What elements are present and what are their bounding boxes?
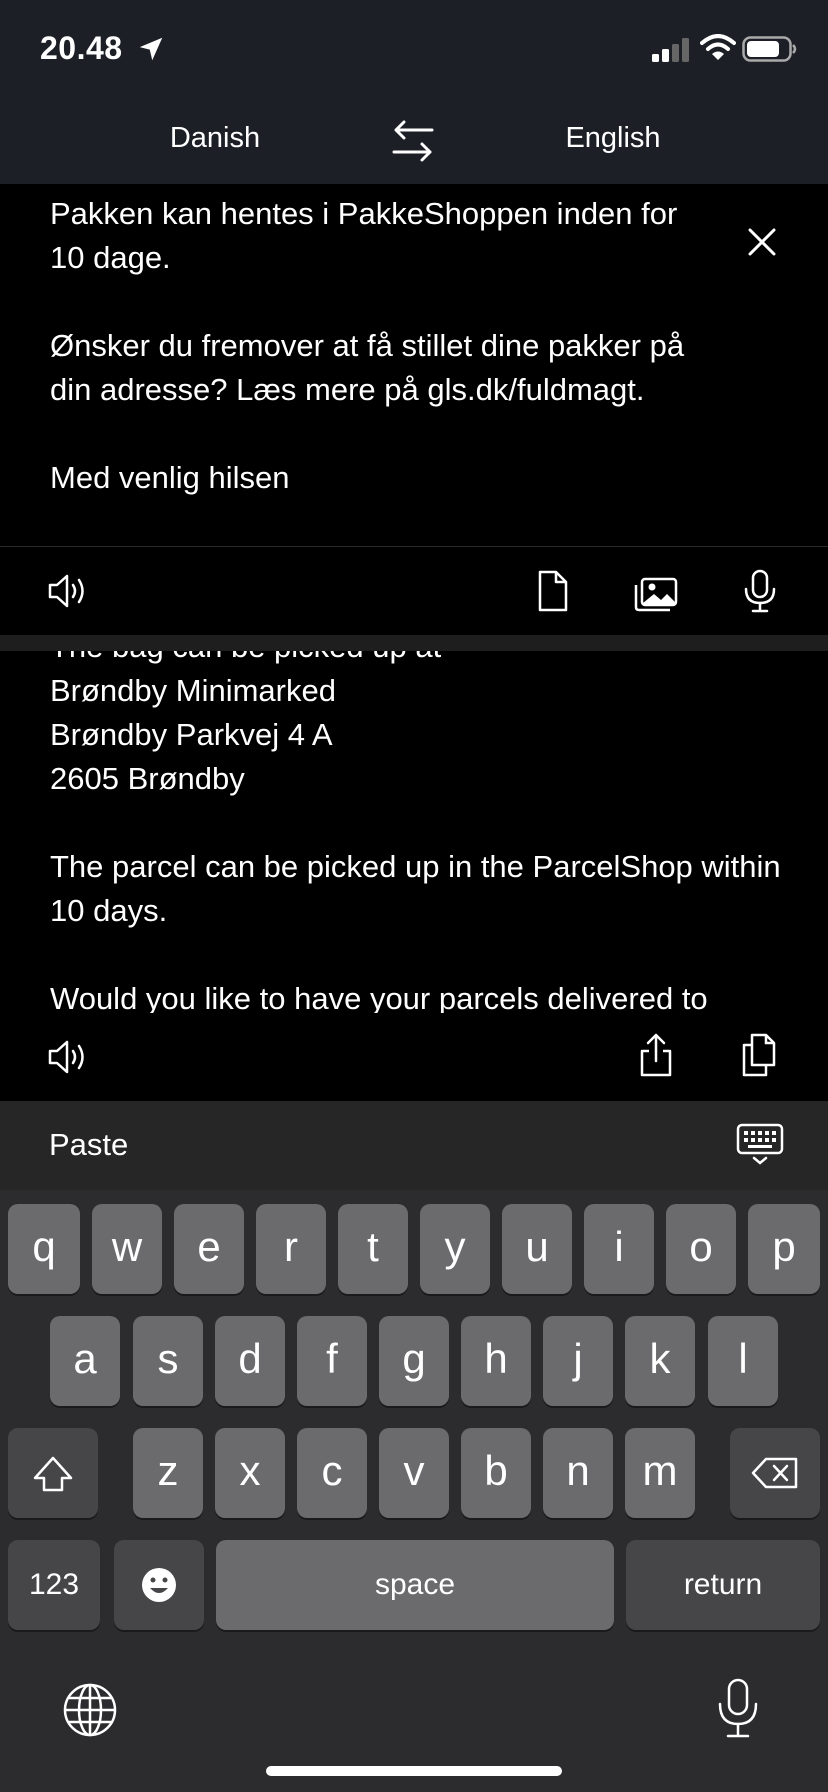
key-l[interactable]: l xyxy=(708,1316,778,1406)
cellular-signal-icon xyxy=(652,38,689,62)
language-bar: Danish English xyxy=(0,96,828,184)
home-indicator[interactable] xyxy=(266,1766,562,1776)
key-d[interactable]: d xyxy=(215,1316,285,1406)
globe-icon[interactable] xyxy=(62,1682,118,1738)
space-key[interactable]: space xyxy=(216,1540,614,1630)
numbers-key[interactable]: 123 xyxy=(8,1540,100,1630)
delete-key[interactable] xyxy=(730,1428,820,1518)
key-o[interactable]: o xyxy=(666,1204,736,1294)
battery-icon xyxy=(742,36,797,62)
emoji-key[interactable] xyxy=(114,1540,204,1630)
emoji-icon xyxy=(142,1568,176,1602)
key-a[interactable]: a xyxy=(50,1316,120,1406)
key-k[interactable]: k xyxy=(625,1316,695,1406)
status-time: 20.48 xyxy=(40,30,123,66)
key-n[interactable]: n xyxy=(543,1428,613,1518)
keyboard: q w e r t y u i o p a s d f g h j k l z … xyxy=(0,1190,828,1792)
location-arrow-icon xyxy=(139,37,163,61)
shift-key[interactable] xyxy=(8,1428,98,1518)
paste-bar: Paste xyxy=(0,1101,828,1190)
dictation-mic-icon[interactable] xyxy=(714,1676,762,1740)
document-icon[interactable] xyxy=(528,567,576,615)
source-text-panel[interactable]: Pakken kan hentes i PakkeShoppen inden f… xyxy=(0,184,828,546)
source-language-button[interactable]: Danish xyxy=(115,122,315,155)
key-f[interactable]: f xyxy=(297,1316,367,1406)
key-z[interactable]: z xyxy=(133,1428,203,1518)
key-j[interactable]: j xyxy=(543,1316,613,1406)
delete-icon xyxy=(751,1457,798,1489)
key-x[interactable]: x xyxy=(215,1428,285,1518)
speaker-icon[interactable] xyxy=(44,567,92,615)
key-t[interactable]: t xyxy=(338,1204,408,1294)
photo-icon[interactable] xyxy=(632,567,680,615)
status-bar: 20.48 xyxy=(0,0,828,96)
wifi-icon xyxy=(700,34,736,60)
translation-toolbar xyxy=(0,1013,828,1101)
speaker-icon[interactable] xyxy=(44,1033,92,1081)
close-icon[interactable] xyxy=(742,222,782,262)
microphone-icon[interactable] xyxy=(736,567,784,615)
key-c[interactable]: c xyxy=(297,1428,367,1518)
key-e[interactable]: e xyxy=(174,1204,244,1294)
key-y[interactable]: y xyxy=(420,1204,490,1294)
swap-arrows-icon[interactable] xyxy=(388,116,438,166)
shift-icon xyxy=(33,1456,73,1492)
copy-icon[interactable] xyxy=(736,1031,784,1079)
return-key[interactable]: return xyxy=(626,1540,820,1630)
key-m[interactable]: m xyxy=(625,1428,695,1518)
key-g[interactable]: g xyxy=(379,1316,449,1406)
translation-text-panel[interactable]: The bag can be picked up at Brøndby Mini… xyxy=(0,651,828,1013)
key-h[interactable]: h xyxy=(461,1316,531,1406)
translation-text[interactable]: The bag can be picked up at Brøndby Mini… xyxy=(50,651,790,1013)
share-icon[interactable] xyxy=(632,1031,680,1079)
key-u[interactable]: u xyxy=(502,1204,572,1294)
panel-separator xyxy=(0,635,828,651)
target-language-button[interactable]: English xyxy=(513,122,713,155)
key-p[interactable]: p xyxy=(748,1204,820,1294)
key-s[interactable]: s xyxy=(133,1316,203,1406)
source-text[interactable]: Pakken kan hentes i PakkeShoppen inden f… xyxy=(50,192,700,500)
source-toolbar xyxy=(0,547,828,635)
key-r[interactable]: r xyxy=(256,1204,326,1294)
key-w[interactable]: w xyxy=(92,1204,162,1294)
paste-button[interactable]: Paste xyxy=(49,1127,128,1163)
key-q[interactable]: q xyxy=(8,1204,80,1294)
key-i[interactable]: i xyxy=(584,1204,654,1294)
keyboard-icon[interactable] xyxy=(736,1123,784,1165)
key-v[interactable]: v xyxy=(379,1428,449,1518)
key-b[interactable]: b xyxy=(461,1428,531,1518)
